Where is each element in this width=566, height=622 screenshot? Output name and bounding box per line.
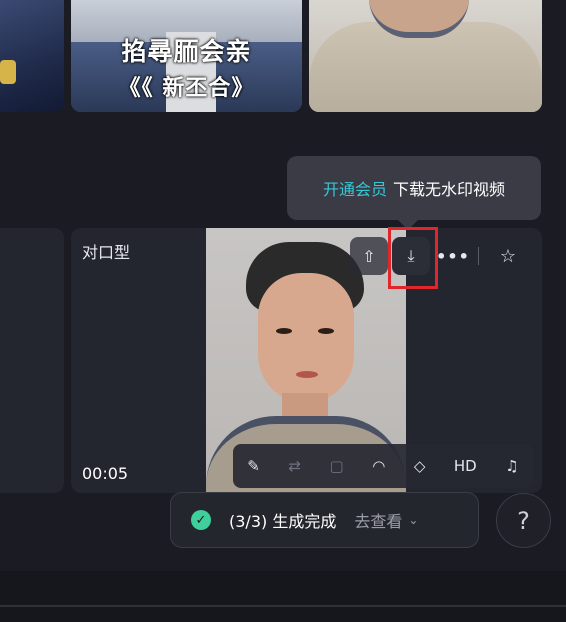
edit-pen-icon[interactable]: ✎ — [247, 457, 260, 475]
card-label: 对口型 — [82, 243, 131, 262]
footer-divider — [0, 605, 566, 607]
chevron-down-icon[interactable]: ⌄ — [408, 513, 418, 527]
generation-status: ✓ (3/3) 生成完成 去查看 ⌄ — [170, 492, 479, 548]
eye-left — [276, 328, 292, 334]
frame-icon[interactable]: ▢ — [329, 457, 343, 475]
star-icon: ☆ — [499, 245, 517, 267]
mouth — [296, 371, 318, 378]
tooltip-text: 下载无水印视频 — [393, 180, 506, 199]
help-icon: ? — [517, 506, 530, 535]
check-circle-icon: ✓ — [191, 510, 211, 530]
share-upload-button[interactable]: ⇧ — [350, 237, 388, 275]
help-button[interactable]: ? — [496, 493, 551, 548]
lip-sync-icon[interactable]: ◠ — [372, 457, 385, 475]
face-shape — [258, 273, 354, 403]
status-text: (3/3) 生成完成 — [229, 512, 337, 531]
view-link[interactable]: 去查看 — [354, 508, 402, 532]
download-tooltip: 开通会员 下载无水印视频 — [287, 156, 541, 230]
divider — [478, 247, 479, 265]
favorite-button[interactable]: ☆ — [489, 237, 527, 275]
more-button[interactable]: ••• — [434, 237, 472, 275]
badge-icon — [0, 60, 16, 84]
hd-icon[interactable]: HD — [454, 457, 477, 475]
thumbnail-overlay-line2: 《《 新丕合》 — [118, 76, 255, 101]
video-tools-bar: ✎ ⇄ ▢ ◠ ◇ HD ♫ — [233, 444, 533, 488]
footer-strip — [0, 571, 566, 622]
video-duration: 00:05 — [82, 464, 129, 483]
thumbnail-left[interactable] — [0, 0, 64, 112]
share-upload-icon: ⇧ — [362, 246, 376, 266]
card-previous[interactable] — [0, 228, 64, 493]
loop-icon[interactable]: ⇄ — [288, 457, 301, 475]
thumbnail-center[interactable]: 掐尋胹会亲 《《 新丕合》 — [71, 0, 302, 112]
eye-right — [318, 328, 334, 334]
music-note-icon[interactable]: ♫ — [505, 457, 518, 475]
vip-link[interactable]: 开通会员 — [323, 176, 387, 200]
download-highlight-box — [388, 227, 438, 289]
thumbnail-right[interactable] — [309, 0, 542, 112]
more-icon: ••• — [436, 246, 470, 266]
thumbnail-overlay-line1: 掐尋胹会亲 — [121, 37, 252, 66]
card-actions: ⇧ ⤓ ••• ☆ — [350, 233, 536, 279]
interpolate-icon[interactable]: ◇ — [414, 457, 426, 475]
